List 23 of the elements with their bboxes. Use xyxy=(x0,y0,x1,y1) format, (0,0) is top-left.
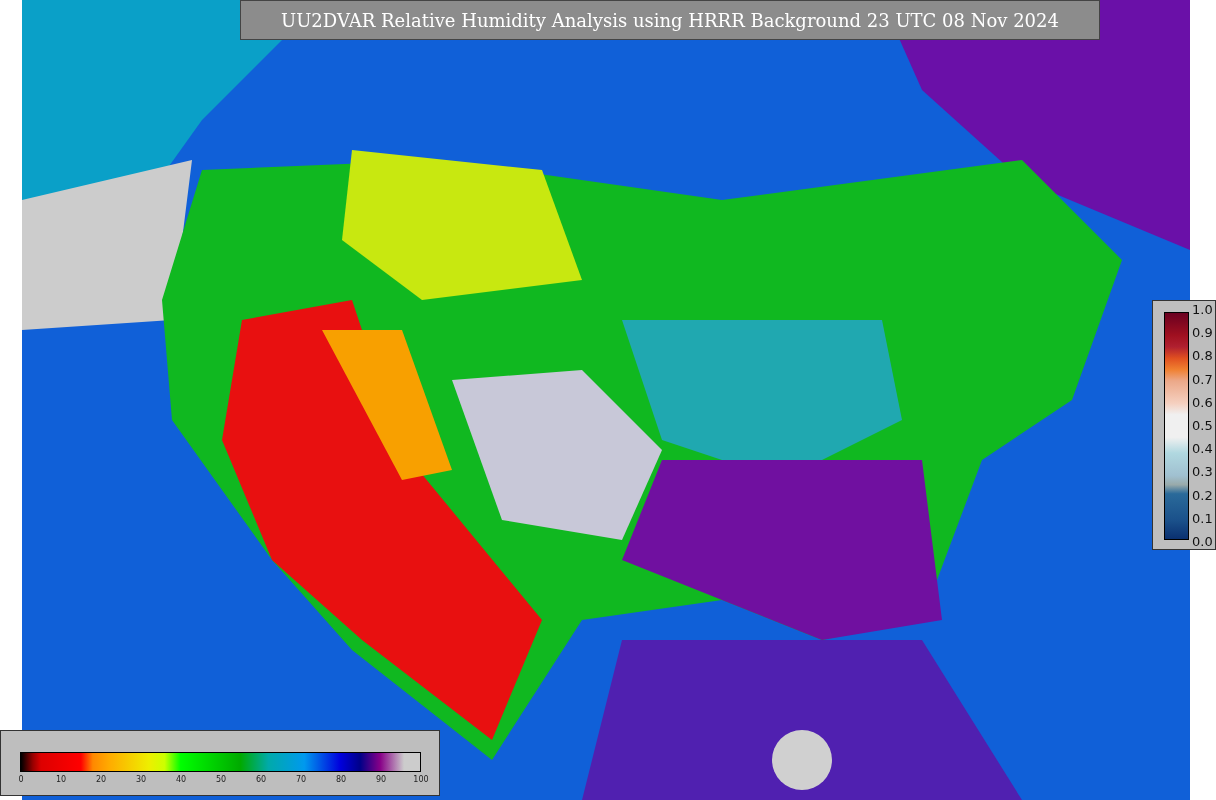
tick-label: 0.4 xyxy=(1192,442,1213,457)
tick-label: 70 xyxy=(295,775,307,784)
tick-label: 60 xyxy=(255,775,267,784)
tick-label: 20 xyxy=(95,775,107,784)
tick-label: 0.6 xyxy=(1192,395,1213,410)
tick-label: 0.1 xyxy=(1192,511,1213,526)
tick-label: 0.7 xyxy=(1192,372,1213,387)
tick-label: 0.2 xyxy=(1192,488,1213,503)
tick-label: 0.8 xyxy=(1192,349,1213,364)
tick-label: 0.9 xyxy=(1192,326,1213,341)
tick-label: 0.0 xyxy=(1192,534,1213,549)
tick-label: 0.5 xyxy=(1192,418,1213,433)
tick-label: 30 xyxy=(135,775,147,784)
tick-label: 100 xyxy=(413,775,429,784)
tick-label: 0 xyxy=(18,775,24,784)
tick-label: 80 xyxy=(335,775,347,784)
tick-label: 0.3 xyxy=(1192,465,1213,480)
tick-label: 50 xyxy=(215,775,227,784)
map-title: UU2DVAR Relative Humidity Analysis using HRRR Background 23 UTC 08 Nov 2024 xyxy=(240,0,1100,40)
tick-label: 10 xyxy=(55,775,67,784)
tick-label: 1.0 xyxy=(1192,303,1213,317)
tick-label: 40 xyxy=(175,775,187,784)
tick-label: 90 xyxy=(375,775,387,784)
